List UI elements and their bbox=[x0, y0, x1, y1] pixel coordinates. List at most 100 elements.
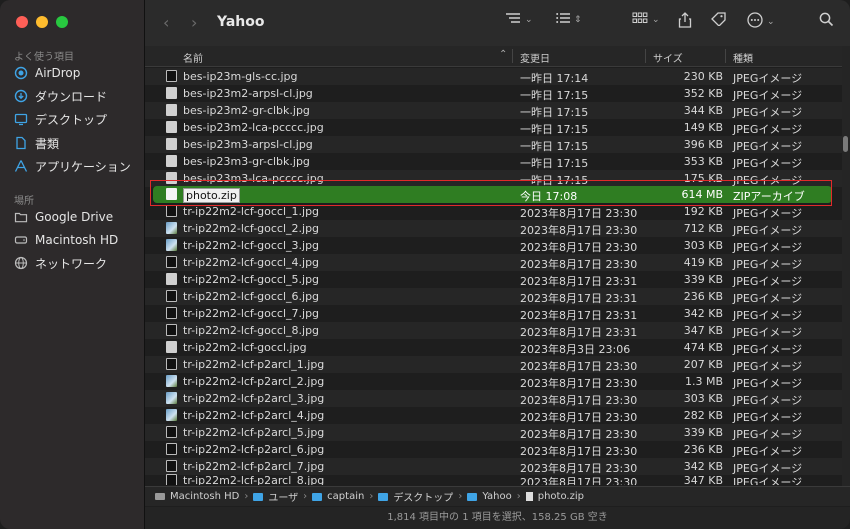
table-row[interactable]: tr-ip22m2-lcf-goccl_3.jpg 2023年8月17日 23:3… bbox=[145, 237, 842, 254]
forward-button[interactable]: › bbox=[191, 13, 197, 32]
file-date: 一昨日 17:15 bbox=[520, 140, 589, 153]
table-row[interactable]: bes-ip23m2-gr-clbk.jpg 一昨日 17:15 344 KB JPE… bbox=[145, 102, 842, 119]
path-item[interactable]: デスクトップ bbox=[393, 489, 453, 504]
file-name: bes-ip23m2-arpsl-cl.jpg bbox=[183, 87, 313, 100]
sidebar-item-label: デスクトップ bbox=[35, 112, 108, 127]
share-button[interactable] bbox=[678, 12, 692, 32]
file-kind: JPEGイメージ bbox=[733, 72, 803, 85]
hard-drive-icon bbox=[14, 233, 28, 247]
path-item[interactable]: Macintosh HD bbox=[170, 491, 239, 502]
file-kind: JPEGイメージ bbox=[733, 258, 803, 271]
file-name: tr-ip22m2-lcf-goccl.jpg bbox=[183, 341, 307, 354]
table-row[interactable]: tr-ip22m2-lcf-goccl_8.jpg 2023年8月17日 23:3… bbox=[145, 322, 842, 339]
sort-button[interactable]: ⇕ bbox=[556, 12, 582, 28]
file-size: 236 KB bbox=[683, 290, 723, 303]
sidebar-item-desktop[interactable]: デスクトップ bbox=[14, 109, 107, 129]
vertical-scrollbar[interactable] bbox=[842, 46, 850, 486]
sidebar-item-documents[interactable]: 書類 bbox=[14, 133, 59, 153]
table-row[interactable]: bes-ip23m2-lca-pcccc.jpg 一昨日 17:15 149 KB J… bbox=[145, 119, 842, 136]
file-kind: JPEGイメージ bbox=[733, 377, 803, 390]
sidebar-item-applications[interactable]: アプリケーション bbox=[14, 156, 131, 176]
file-kind: JPEGイメージ bbox=[733, 445, 803, 458]
file-kind: JPEGイメージ bbox=[733, 157, 803, 170]
table-row[interactable]: tr-ip22m2-lcf-p2arcl_5.jpg 2023年8月17日 23:… bbox=[145, 424, 842, 441]
image-file-icon bbox=[166, 273, 177, 285]
sidebar-item-downloads[interactable]: ダウンロード bbox=[14, 86, 107, 106]
path-item[interactable]: Yahoo bbox=[482, 491, 511, 502]
file-date: 一昨日 17:15 bbox=[520, 106, 589, 119]
file-name: tr-ip22m2-lcf-goccl_4.jpg bbox=[183, 256, 320, 269]
table-row[interactable]: tr-ip22m2-lcf-p2arcl_4.jpg 2023年8月17日 23:… bbox=[145, 407, 842, 424]
document-icon bbox=[14, 136, 28, 150]
table-row[interactable]: tr-ip22m2-lcf-goccl_5.jpg 2023年8月17日 23:3… bbox=[145, 271, 842, 288]
sidebar-item-label: 書類 bbox=[35, 136, 60, 151]
file-kind: JPEGイメージ bbox=[733, 140, 803, 153]
file-date: 一昨日 17:15 bbox=[520, 123, 589, 136]
more-actions-button[interactable]: ⌄ bbox=[747, 12, 775, 32]
table-row[interactable]: tr-ip22m2-lcf-goccl_6.jpg 2023年8月17日 23:3… bbox=[145, 288, 842, 305]
table-row[interactable]: bes-ip23m2-arpsl-cl.jpg 一昨日 17:15 352 KB JP… bbox=[145, 85, 842, 102]
back-button[interactable]: ‹ bbox=[163, 13, 169, 32]
table-row[interactable]: bes-ip23m-gls-cc.jpg 一昨日 17:14 230 KB JPEGイ… bbox=[145, 68, 842, 85]
file-size: 230 KB bbox=[683, 70, 723, 83]
file-date: 2023年8月17日 23:30 bbox=[520, 377, 638, 390]
image-file-icon bbox=[166, 392, 177, 404]
file-size: 352 KB bbox=[683, 87, 723, 100]
close-button[interactable] bbox=[16, 16, 28, 28]
table-row[interactable]: bes-ip23m3-arpsl-cl.jpg 一昨日 17:15 396 KB JP… bbox=[145, 136, 842, 153]
sidebar-item-network[interactable]: ネットワーク bbox=[14, 253, 107, 273]
file-date: 一昨日 17:15 bbox=[520, 157, 589, 170]
file-date: 2023年8月17日 23:31 bbox=[520, 292, 638, 305]
file-name: tr-ip22m2-lcf-goccl_5.jpg bbox=[183, 273, 320, 286]
file-kind: JPEGイメージ bbox=[733, 207, 803, 220]
sidebar-item-macintosh-hd[interactable]: Macintosh HD bbox=[14, 230, 118, 250]
search-button[interactable] bbox=[819, 12, 834, 31]
table-row[interactable]: tr-ip22m2-lcf-p2arcl_2.jpg 2023年8月17日 23:… bbox=[145, 373, 842, 390]
table-row[interactable]: tr-ip22m2-lcf-p2arcl_1.jpg 2023年8月17日 23:… bbox=[145, 356, 842, 373]
scrollbar-thumb[interactable] bbox=[843, 136, 848, 152]
table-row[interactable]: tr-ip22m2-lcf-goccl_4.jpg 2023年8月17日 23:3… bbox=[145, 254, 842, 271]
file-size: 344 KB bbox=[683, 104, 723, 117]
hard-drive-icon bbox=[155, 493, 165, 500]
column-name[interactable]: 名前 bbox=[183, 50, 203, 65]
file-date: 2023年8月17日 23:30 bbox=[520, 445, 638, 458]
path-item[interactable]: ユーザ bbox=[268, 489, 298, 504]
file-date: 2023年8月17日 23:31 bbox=[520, 309, 638, 322]
table-row[interactable]: tr-ip22m2-lcf-p2arcl_8.jpg 2023年8月17日 23:… bbox=[145, 472, 842, 485]
folder-icon bbox=[378, 492, 389, 501]
file-size: 303 KB bbox=[683, 239, 723, 252]
table-row[interactable]: tr-ip22m2-lcf-goccl_7.jpg 2023年8月17日 23:3… bbox=[145, 305, 842, 322]
file-name: tr-ip22m2-lcf-goccl_8.jpg bbox=[183, 324, 320, 337]
minimize-button[interactable] bbox=[36, 16, 48, 28]
sidebar-item-airdrop[interactable]: AirDrop bbox=[14, 63, 80, 83]
window-title: Yahoo bbox=[217, 14, 265, 30]
table-row[interactable]: tr-ip22m2-lcf-goccl_2.jpg 2023年8月17日 23:3… bbox=[145, 220, 842, 237]
file-date: 一昨日 17:15 bbox=[520, 89, 589, 102]
download-icon bbox=[14, 89, 28, 103]
column-kind[interactable]: 種類 bbox=[733, 50, 753, 65]
file-name: tr-ip22m2-lcf-goccl_1.jpg bbox=[183, 205, 320, 218]
path-item[interactable]: photo.zip bbox=[538, 491, 584, 502]
file-name: bes-ip23m3-gr-clbk.jpg bbox=[183, 155, 310, 168]
file-date: 2023年8月17日 23:30 bbox=[520, 394, 638, 407]
path-item[interactable]: captain bbox=[327, 491, 364, 502]
file-size: 282 KB bbox=[683, 409, 723, 422]
view-mode-button[interactable]: ⌄ bbox=[632, 12, 660, 28]
sidebar-item-google-drive[interactable]: Google Drive bbox=[14, 207, 113, 227]
group-by-button[interactable]: ⌄ bbox=[505, 12, 533, 28]
file-size: 339 KB bbox=[683, 273, 723, 286]
file-size: 347 KB bbox=[683, 474, 723, 485]
search-icon bbox=[819, 12, 834, 31]
table-row[interactable]: tr-ip22m2-lcf-p2arcl_3.jpg 2023年8月17日 23:… bbox=[145, 390, 842, 407]
file-size: 353 KB bbox=[683, 155, 723, 168]
table-row[interactable]: bes-ip23m3-gr-clbk.jpg 一昨日 17:15 353 KB JPE… bbox=[145, 153, 842, 170]
column-date[interactable]: 変更日 bbox=[520, 50, 550, 65]
file-name: tr-ip22m2-lcf-goccl_6.jpg bbox=[183, 290, 320, 303]
column-size[interactable]: サイズ bbox=[653, 50, 683, 65]
group-icon bbox=[505, 12, 521, 28]
table-row[interactable]: tr-ip22m2-lcf-p2arcl_6.jpg 2023年8月17日 23:… bbox=[145, 441, 842, 458]
column-divider bbox=[512, 49, 513, 63]
tag-button[interactable] bbox=[711, 12, 727, 30]
table-row[interactable]: tr-ip22m2-lcf-goccl.jpg 2023年8月3日 23:06 47… bbox=[145, 339, 842, 356]
zoom-button[interactable] bbox=[56, 16, 68, 28]
